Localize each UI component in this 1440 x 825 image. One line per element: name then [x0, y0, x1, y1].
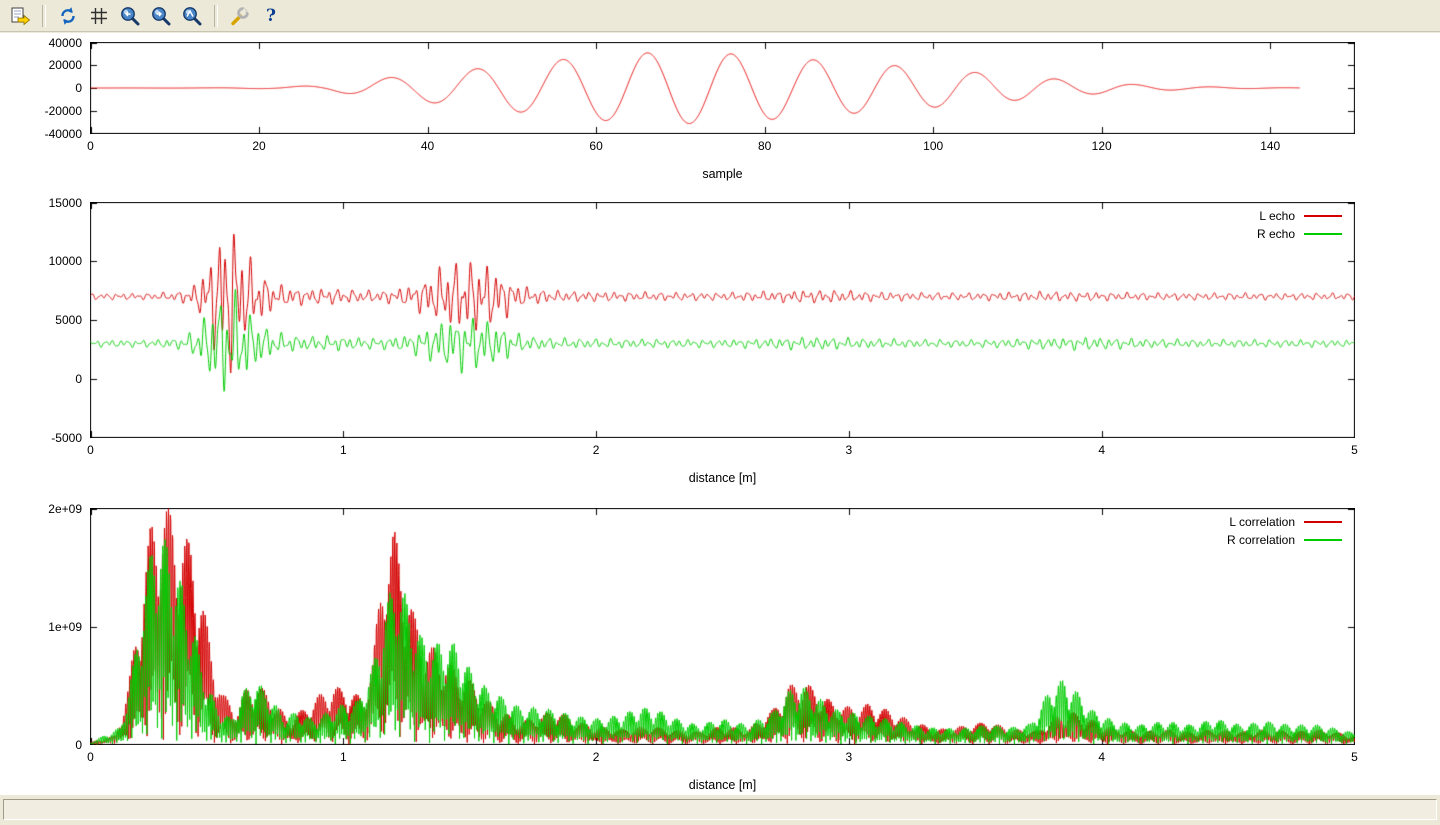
help-icon: ?	[266, 6, 276, 26]
legend: L correlation R correlation	[1227, 515, 1342, 547]
x-tick-label: 0	[66, 750, 116, 764]
y-tick-label: 2e+09	[20, 502, 82, 516]
configure-button[interactable]	[226, 3, 254, 29]
toggle-grid-button[interactable]	[85, 3, 113, 29]
autoscale-icon	[181, 5, 203, 27]
chart-correlation: distance [m] 0 1 2 3 4 5 0 1e+09 2e+09 L correlat…	[0, 33, 1440, 795]
wrench-icon	[229, 5, 251, 27]
legend-label: R correlation	[1227, 533, 1295, 547]
x-tick-label: 4	[1077, 750, 1127, 764]
copy-to-clipboard-button[interactable]	[6, 3, 34, 29]
legend-entry: L correlation	[1227, 515, 1342, 529]
status-field	[3, 799, 1437, 820]
refresh-icon	[57, 5, 79, 27]
legend-line-sample	[1304, 539, 1342, 541]
x-axis-label-correlation: distance [m]	[90, 778, 1355, 792]
zoom-next-icon	[150, 5, 172, 27]
y-tick-label: 1e+09	[20, 620, 82, 634]
plot-canvas-correlation[interactable]	[90, 508, 1355, 745]
plot-area: sample 020406080100120140-40000-20000020…	[0, 33, 1440, 795]
zoom-previous-button[interactable]	[116, 3, 144, 29]
x-tick-label: 5	[1330, 750, 1380, 764]
x-tick-label: 1	[318, 750, 368, 764]
status-bar	[0, 795, 1440, 825]
copy-to-clipboard-icon	[9, 5, 31, 27]
zoom-next-button[interactable]	[147, 3, 175, 29]
legend-label: L correlation	[1229, 515, 1295, 529]
toolbar-separator	[214, 5, 218, 27]
x-tick-label: 2	[571, 750, 621, 764]
legend-line-sample	[1304, 521, 1342, 523]
autoscale-button[interactable]	[178, 3, 206, 29]
zoom-previous-icon	[119, 5, 141, 27]
legend-entry: R correlation	[1227, 533, 1342, 547]
grid-icon	[88, 5, 110, 27]
toolbar-separator	[42, 5, 46, 27]
x-tick-label: 3	[824, 750, 874, 764]
replot-button[interactable]	[54, 3, 82, 29]
toolbar: ?	[0, 0, 1440, 32]
help-button[interactable]: ?	[257, 3, 285, 29]
y-tick-label: 0	[20, 738, 82, 752]
